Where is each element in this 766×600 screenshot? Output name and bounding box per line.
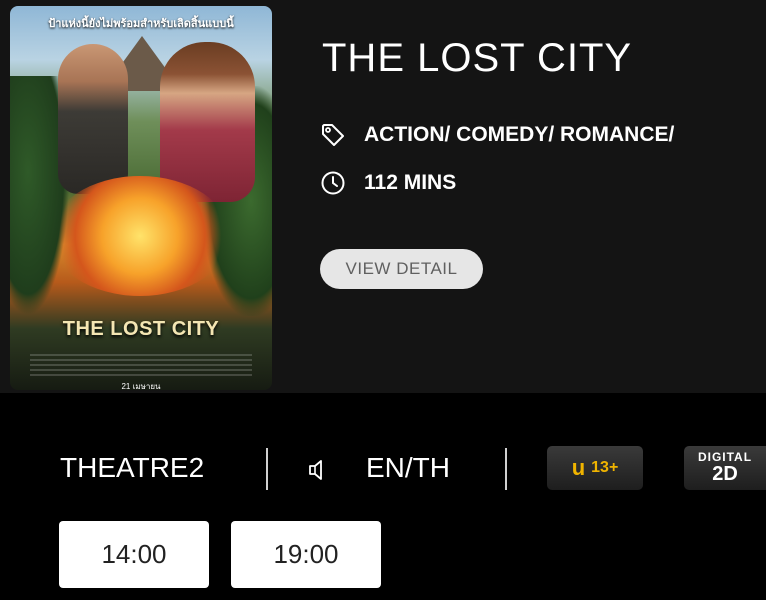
format-badge: DIGITAL 2D: [684, 446, 766, 490]
poster-explosion: [50, 176, 230, 296]
duration-row: 112 MINS: [320, 170, 456, 196]
duration-text: 112 MINS: [364, 171, 457, 194]
clock-icon: [320, 170, 346, 196]
tag-icon: [320, 122, 346, 148]
divider: [266, 448, 268, 490]
movie-poster[interactable]: ป้าแห่งนี้ยังไม่พร้อมสำหรับเลิดสิ้นแบบนี…: [10, 6, 272, 390]
speaker-icon: [307, 458, 331, 487]
poster-tagline: ป้าแห่งนี้ยังไม่พร้อมสำหรับเลิดสิ้นแบบนี…: [48, 18, 234, 30]
view-detail-button[interactable]: VIEW DETAIL: [320, 249, 483, 289]
genre-text: ACTION/ COMEDY/ ROMANCE/: [364, 123, 675, 146]
rating-letter: u: [571, 455, 586, 480]
format-label-main: 2D: [712, 463, 738, 485]
poster-release-date: 21 เมษายน: [121, 382, 161, 390]
movie-title: THE LOST CITY: [322, 36, 633, 80]
poster-title: THE LOST CITY: [62, 318, 220, 340]
poster-credits: [30, 354, 252, 376]
poster-figure-woman: [160, 42, 255, 202]
genre-row: ACTION/ COMEDY/ ROMANCE/: [320, 122, 674, 148]
audio-language: EN/TH: [366, 452, 450, 483]
showing-info-bar: THEATRE2 EN/TH u 13+ DIGITAL 2D: [0, 440, 766, 498]
movie-card: ป้าแห่งนี้ยังไม่พร้อมสำหรับเลิดสิ้นแบบนี…: [0, 0, 766, 393]
rating-age: 13+: [591, 459, 619, 476]
showtime-button[interactable]: 19:00: [231, 521, 381, 588]
poster-figure-man: [58, 44, 128, 194]
divider: [505, 448, 507, 490]
format-label-top: DIGITAL: [697, 450, 753, 464]
theatre-name: THEATRE2: [60, 452, 205, 483]
showtime-button[interactable]: 14:00: [59, 521, 209, 588]
age-rating-badge: u 13+: [547, 446, 643, 490]
